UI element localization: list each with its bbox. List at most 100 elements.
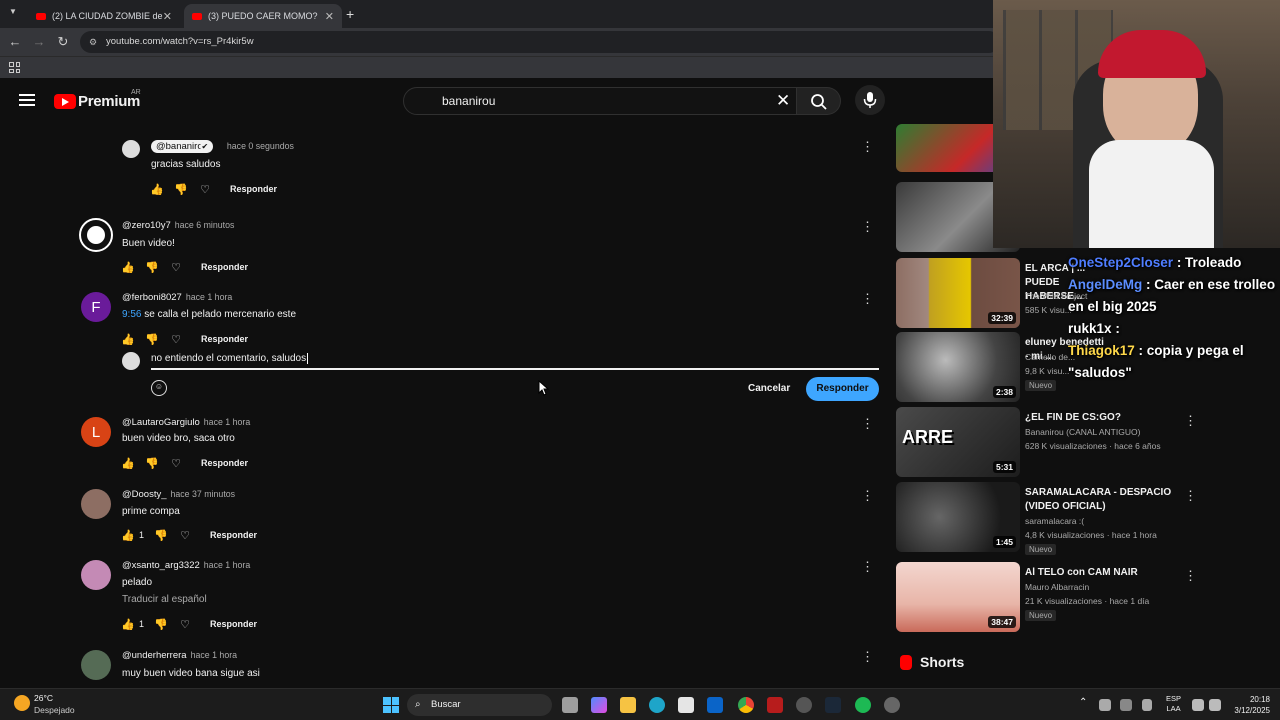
related-video[interactable]: 38:47 Al TELO con CAM NAIR Mauro Albarra… bbox=[896, 562, 1276, 634]
apps-grid-icon[interactable] bbox=[9, 62, 20, 73]
browser-tab-1[interactable]: (2) LA CIUDAD ZOMBIE de USA ✕ bbox=[28, 4, 180, 28]
comment-time[interactable]: hace 0 segundos bbox=[227, 141, 294, 151]
reply-button[interactable]: Responder bbox=[230, 184, 277, 194]
cancel-button[interactable]: Cancelar bbox=[740, 377, 798, 401]
more-options-icon[interactable]: ⋮ bbox=[861, 489, 874, 503]
video-thumbnail[interactable]: 1:45 bbox=[896, 482, 1020, 552]
like-icon[interactable]: 👍 bbox=[121, 528, 135, 542]
comment-time[interactable]: hace 6 minutos bbox=[175, 220, 235, 230]
app-icon[interactable] bbox=[767, 697, 783, 713]
app-icon[interactable] bbox=[884, 697, 900, 713]
reply-button[interactable]: Responder bbox=[210, 530, 257, 540]
avatar[interactable]: L bbox=[81, 417, 111, 447]
comment-author[interactable]: @zero10y7 hace 6 minutos bbox=[122, 220, 234, 231]
timestamp-link[interactable]: 9:56 bbox=[122, 309, 141, 320]
video-channel[interactable]: Bananirou (CANAL ANTIGUO) bbox=[1025, 427, 1140, 437]
heart-icon[interactable]: ♡ bbox=[169, 332, 183, 346]
video-thumbnail[interactable]: 2:38 bbox=[896, 332, 1020, 402]
heart-icon[interactable]: ♡ bbox=[178, 617, 192, 631]
chrome-icon[interactable] bbox=[738, 697, 754, 713]
like-icon[interactable]: 👍 bbox=[121, 332, 135, 346]
input-language[interactable]: ESP LAA bbox=[1166, 694, 1181, 714]
dislike-icon[interactable]: 👎 bbox=[154, 528, 168, 542]
comment-time[interactable]: hace 1 hora bbox=[191, 650, 237, 660]
comment-author[interactable]: @Doosty_ hace 37 minutos bbox=[122, 489, 235, 500]
comment-time[interactable]: hace 1 hora bbox=[204, 560, 250, 570]
taskbar-search[interactable]: ⌕ Buscar bbox=[407, 694, 552, 716]
outlook-icon[interactable] bbox=[707, 697, 723, 713]
video-thumbnail[interactable]: 32:39 bbox=[896, 258, 1020, 328]
video-title[interactable]: Al TELO con CAM NAIR bbox=[1025, 566, 1175, 580]
more-options-icon[interactable]: ⋮ bbox=[861, 292, 874, 306]
more-options-icon[interactable]: ⋮ bbox=[1184, 488, 1197, 504]
avatar[interactable]: F bbox=[81, 292, 111, 322]
file-explorer-icon[interactable] bbox=[620, 697, 636, 713]
avatar[interactable] bbox=[122, 140, 140, 158]
video-title[interactable]: SARAMALACARA - DESPACIO (VIDEO OFICIAL) bbox=[1025, 486, 1175, 514]
video-thumbnail[interactable]: ARRE 5:31 bbox=[896, 407, 1020, 477]
like-icon[interactable]: 👍 bbox=[121, 617, 135, 631]
url-field[interactable]: ⚙ youtube.com/watch?v=rs_Pr4kir5w bbox=[80, 31, 1000, 53]
dislike-icon[interactable]: 👎 bbox=[145, 332, 159, 346]
related-video[interactable]: 1:45 SARAMALACARA - DESPACIO (VIDEO OFIC… bbox=[896, 482, 1276, 555]
search-button[interactable] bbox=[797, 87, 841, 115]
tab-close-icon[interactable]: ✕ bbox=[163, 10, 172, 23]
forward-icon[interactable]: → bbox=[30, 33, 48, 51]
store-icon[interactable] bbox=[678, 697, 694, 713]
site-info-icon[interactable]: ⚙ bbox=[89, 31, 97, 53]
new-tab-button[interactable]: + bbox=[346, 6, 354, 22]
browser-tab-2[interactable]: (3) PUEDO CAER MOMO? - You ✕ bbox=[184, 4, 342, 28]
dislike-icon[interactable]: 👎 bbox=[145, 260, 159, 274]
search-input[interactable]: bananirou bbox=[403, 87, 797, 115]
video-channel[interactable]: Mauro Albarracin bbox=[1025, 582, 1089, 592]
youtube-logo-icon[interactable] bbox=[54, 94, 76, 109]
related-video[interactable]: ARRE 5:31 ¿EL FIN DE CS:GO? Bananirou (C… bbox=[896, 407, 1276, 479]
task-view-icon[interactable] bbox=[562, 697, 578, 713]
more-options-icon[interactable]: ⋮ bbox=[1184, 413, 1197, 429]
tab-close-icon[interactable]: ✕ bbox=[325, 10, 334, 23]
translate-link[interactable]: Traducir al español bbox=[122, 594, 207, 605]
emoji-icon[interactable]: ☺ bbox=[151, 380, 167, 396]
comment-author[interactable]: @underherrera hace 1 hora bbox=[122, 650, 237, 661]
more-options-icon[interactable]: ⋮ bbox=[1184, 568, 1197, 584]
like-icon[interactable]: 👍 bbox=[150, 182, 164, 196]
comment-author[interactable]: @xsanto_arg3322 hace 1 hora bbox=[122, 560, 250, 571]
start-icon[interactable] bbox=[383, 697, 399, 713]
avatar[interactable] bbox=[81, 560, 111, 590]
dislike-icon[interactable]: 👎 bbox=[145, 456, 159, 470]
reply-button[interactable]: Responder bbox=[201, 458, 248, 468]
tab-search-icon[interactable]: ▼ bbox=[6, 7, 20, 21]
avatar[interactable] bbox=[81, 489, 111, 519]
network-icon[interactable] bbox=[1192, 699, 1204, 711]
comment-time[interactable]: hace 1 hora bbox=[186, 292, 232, 302]
voice-search-button[interactable] bbox=[855, 85, 885, 115]
tray-icon[interactable] bbox=[1099, 699, 1111, 711]
dislike-icon[interactable]: 👎 bbox=[154, 617, 168, 631]
tray-icon[interactable] bbox=[1142, 699, 1152, 711]
comment-author[interactable]: @LautaroGargiulo hace 1 hora bbox=[122, 417, 250, 428]
submit-reply-button[interactable]: Responder bbox=[806, 377, 879, 401]
app-icon[interactable] bbox=[796, 697, 812, 713]
heart-icon[interactable]: ♡ bbox=[169, 456, 183, 470]
heart-icon[interactable]: ♡ bbox=[198, 182, 212, 196]
volume-icon[interactable] bbox=[1209, 699, 1221, 711]
copilot-icon[interactable] bbox=[591, 697, 607, 713]
spotify-icon[interactable] bbox=[855, 697, 871, 713]
reply-button[interactable]: Responder bbox=[201, 262, 248, 272]
reply-input[interactable]: no entiendo el comentario, saludos bbox=[151, 352, 879, 370]
clear-search-icon[interactable]: ✕ bbox=[776, 92, 790, 109]
more-options-icon[interactable]: ⋮ bbox=[861, 140, 874, 154]
back-icon[interactable]: ← bbox=[6, 33, 24, 51]
comment-author[interactable]: @bananirou ✔ hace 0 segundos bbox=[151, 140, 294, 153]
reply-button[interactable]: Responder bbox=[201, 334, 248, 344]
like-icon[interactable]: 👍 bbox=[121, 456, 135, 470]
video-channel[interactable]: saramalacara :( bbox=[1025, 516, 1084, 526]
tray-icon[interactable] bbox=[1120, 699, 1132, 711]
menu-icon[interactable] bbox=[19, 94, 35, 106]
avatar[interactable] bbox=[81, 650, 111, 680]
more-options-icon[interactable]: ⋮ bbox=[861, 560, 874, 574]
like-icon[interactable]: 👍 bbox=[121, 260, 135, 274]
video-thumbnail[interactable]: 38:47 bbox=[896, 562, 1020, 632]
more-options-icon[interactable]: ⋮ bbox=[861, 220, 874, 234]
more-options-icon[interactable]: ⋮ bbox=[861, 650, 874, 664]
